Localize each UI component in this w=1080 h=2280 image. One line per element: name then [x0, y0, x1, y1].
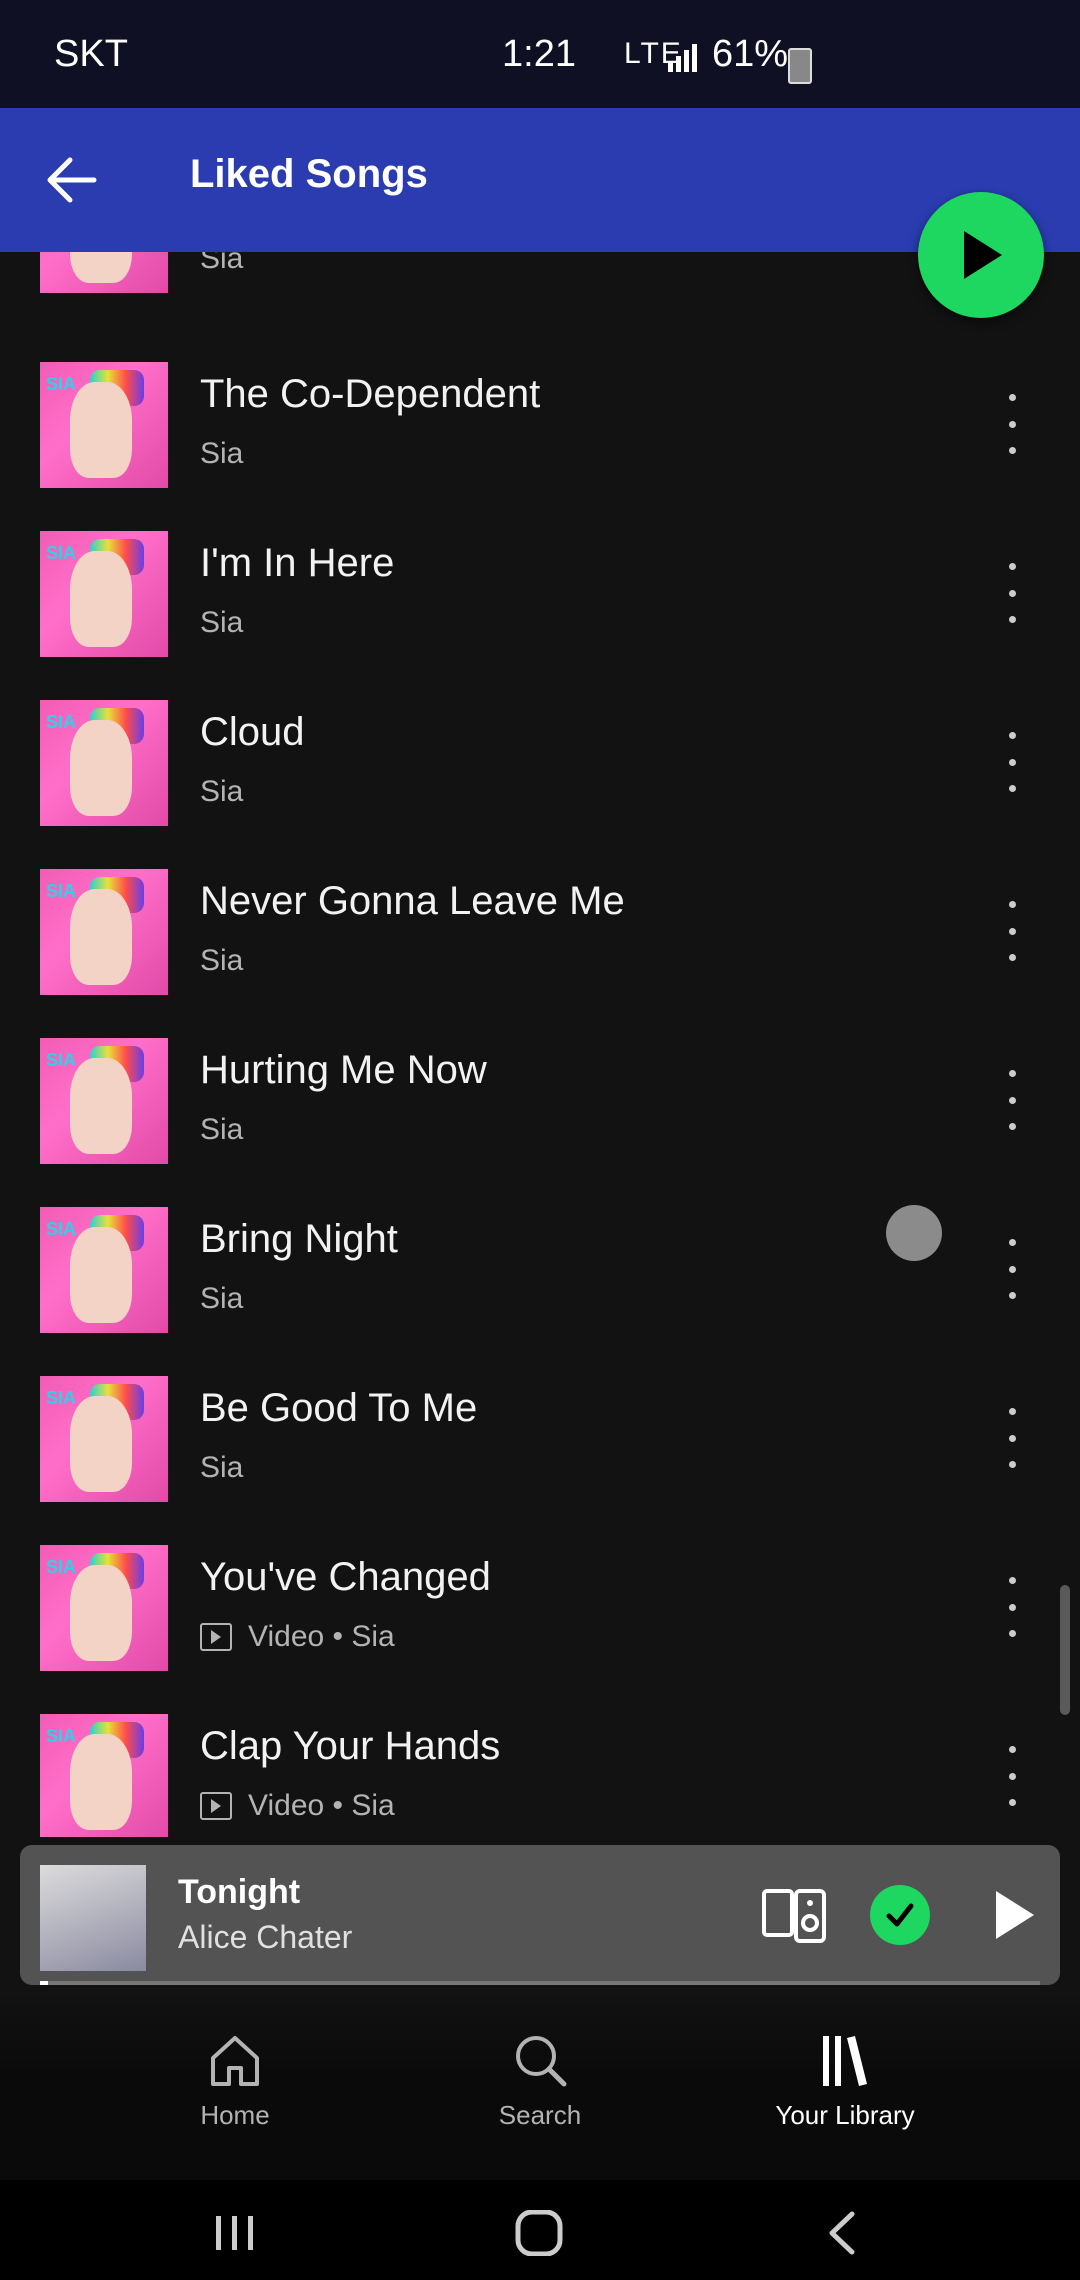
more-options-icon[interactable]: [1000, 1239, 1024, 1299]
nav-home[interactable]: Home: [135, 2030, 335, 2131]
top-bar: Liked Songs: [0, 108, 1080, 252]
recent-apps-icon[interactable]: [210, 2210, 260, 2256]
more-options-icon[interactable]: [1000, 901, 1024, 961]
artist-name: Sia: [200, 944, 244, 977]
artist-name: Sia: [200, 1451, 244, 1484]
song-row[interactable]: SIA You've Changed Video • Sia: [0, 1545, 1080, 1714]
song-row[interactable]: SIA Be Good To Me Sia: [0, 1376, 1080, 1545]
home-icon: [211, 2036, 259, 2086]
back-button-icon[interactable]: [822, 2210, 862, 2256]
connect-device-icon[interactable]: [762, 1887, 826, 1945]
artist-name: Sia: [200, 252, 244, 275]
song-title: Bring Night: [200, 1217, 398, 1261]
song-subtitle: Video • Sia: [200, 1620, 395, 1654]
song-artist: Sia: [200, 775, 243, 809]
song-artist: Sia: [200, 1113, 243, 1147]
more-options-icon[interactable]: [1000, 563, 1024, 623]
battery-label: 61%: [712, 32, 789, 75]
page-title: Liked Songs: [190, 152, 428, 196]
artist-name: Sia: [351, 1620, 395, 1653]
more-options-icon[interactable]: [1000, 732, 1024, 792]
song-row[interactable]: SIA Never Gonna Leave Me Sia: [0, 869, 1080, 1038]
song-row[interactable]: SIA Cloud Sia: [0, 700, 1080, 869]
album-art: SIA: [40, 700, 168, 826]
album-art: SIA: [40, 1545, 168, 1671]
song-title: Clap Your Hands: [200, 1724, 501, 1768]
album-art: SIA: [40, 362, 168, 488]
nav-home-label: Home: [200, 2100, 270, 2130]
album-art: SIA: [40, 1714, 168, 1837]
song-title: Be Good To Me: [200, 1386, 478, 1430]
bottom-nav: Home Search Your Library: [0, 1990, 1080, 2180]
album-art: SIA: [40, 531, 168, 657]
home-button-icon[interactable]: [512, 2210, 568, 2256]
touch-indicator: [886, 1205, 942, 1261]
clock: 1:21: [502, 32, 576, 75]
artist-name: Sia: [200, 775, 244, 808]
song-title: Hurting Me Now: [200, 1048, 487, 1092]
song-title: Never Gonna Leave Me: [200, 879, 625, 923]
artist-name: Sia: [200, 1282, 244, 1315]
search-icon: [516, 2036, 567, 2087]
nav-search[interactable]: Search: [440, 2030, 640, 2131]
song-artist: Sia: [200, 252, 243, 276]
artist-name: Sia: [200, 1113, 244, 1146]
song-artist: Sia: [200, 1282, 243, 1316]
album-art: SIA: [40, 1376, 168, 1502]
more-options-icon[interactable]: [1000, 1070, 1024, 1130]
video-icon: [200, 1623, 232, 1651]
album-art: SIA: [40, 869, 168, 995]
now-playing-artist: Alice Chater: [178, 1919, 353, 1955]
battery-icon: [788, 48, 812, 84]
song-artist: Sia: [200, 606, 243, 640]
play-icon: [964, 231, 1002, 279]
more-options-icon[interactable]: [1000, 1577, 1024, 1637]
video-icon: [200, 1792, 232, 1820]
shuffle-play-button[interactable]: [918, 192, 1044, 318]
song-title: You've Changed: [200, 1555, 491, 1599]
artist-name: Sia: [351, 1789, 395, 1822]
song-row[interactable]: SIA Clap Your Hands Video • Sia: [0, 1714, 1080, 1837]
nav-search-label: Search: [498, 2100, 582, 2130]
play-icon[interactable]: [982, 1885, 1042, 1945]
song-subtitle: Video • Sia: [200, 1789, 395, 1823]
more-options-icon[interactable]: [1000, 1746, 1024, 1806]
song-artist: Sia: [200, 1451, 243, 1485]
album-art: SIA: [40, 252, 168, 293]
mini-player[interactable]: Tonight Alice Chater: [20, 1845, 1060, 1985]
now-playing-cover: [40, 1865, 146, 1971]
status-bar: SKT 1:21 LTE 61%: [0, 0, 1080, 108]
artist-name: Sia: [200, 606, 244, 639]
video-label: Video •: [248, 1620, 344, 1653]
song-row[interactable]: SIA The Co-Dependent Sia: [0, 362, 1080, 531]
more-options-icon[interactable]: [1000, 1408, 1024, 1468]
song-artist: Sia: [200, 944, 243, 978]
playback-progress: [40, 1981, 1040, 1985]
liked-check-icon[interactable]: [870, 1885, 930, 1945]
song-list: SIA Sia SIA The Co-Dependent Sia SIA I'm…: [0, 252, 1080, 1837]
library-icon: [823, 2036, 867, 2086]
nav-your-library[interactable]: Your Library: [745, 2030, 945, 2131]
now-playing-title: Tonight: [178, 1873, 301, 1911]
nav-library-label: Your Library: [775, 2100, 915, 2130]
song-title: I'm In Here: [200, 541, 395, 585]
scrollbar[interactable]: [1060, 1585, 1070, 1715]
system-nav: [0, 2180, 1080, 2280]
song-title: Cloud: [200, 710, 305, 754]
album-art: SIA: [40, 1038, 168, 1164]
signal-icon: [668, 44, 697, 72]
song-title: The Co-Dependent: [200, 372, 541, 416]
album-art: SIA: [40, 1207, 168, 1333]
carrier-label: SKT: [54, 32, 128, 75]
video-label: Video •: [248, 1789, 344, 1822]
more-options-icon[interactable]: [1000, 394, 1024, 454]
song-artist: Sia: [200, 437, 243, 471]
song-row[interactable]: SIA I'm In Here Sia: [0, 531, 1080, 700]
back-arrow-icon[interactable]: [40, 148, 104, 212]
song-row[interactable]: SIA Hurting Me Now Sia: [0, 1038, 1080, 1207]
artist-name: Sia: [200, 437, 244, 470]
